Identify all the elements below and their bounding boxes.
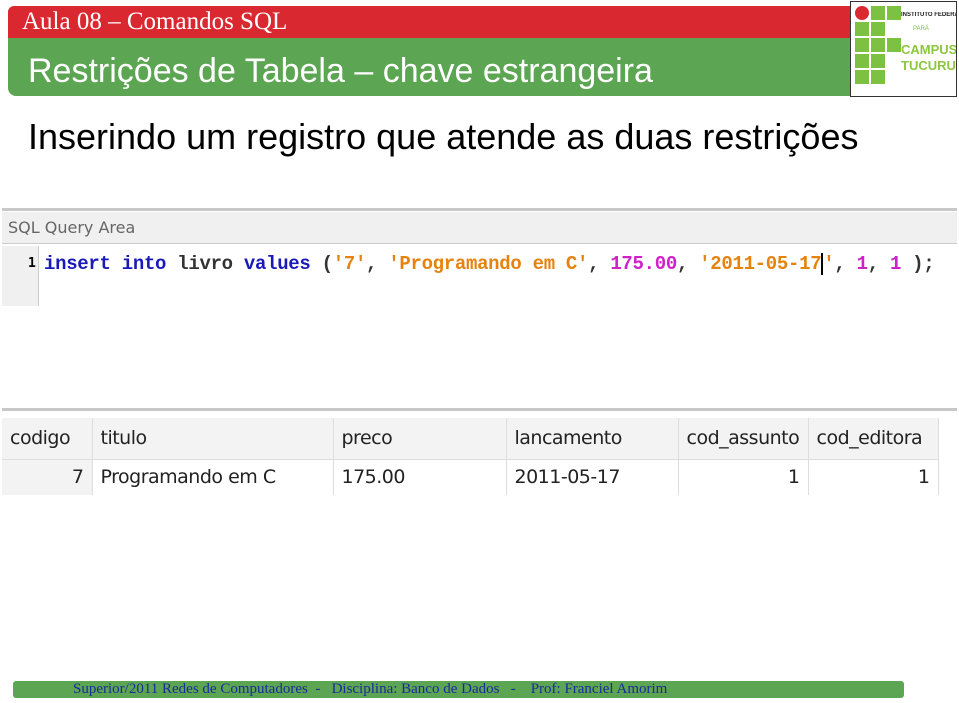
logo-text: PARÁ — [913, 26, 929, 32]
logo-text: CAMPUS TUCURUÍ — [901, 42, 957, 73]
slide-title: Restrições de Tabela – chave estrangeira — [28, 52, 653, 90]
string-literal: 'Programando em C' — [388, 253, 589, 276]
number-literal: 1 — [889, 253, 902, 276]
column-header[interactable]: cod_assunto — [678, 418, 809, 459]
column-header[interactable]: titulo — [92, 418, 334, 459]
slide-subtitle: Inserindo um registro que atende as duas… — [28, 116, 859, 157]
string-literal: ' — [823, 253, 835, 276]
cell[interactable]: 175.00 — [333, 458, 507, 495]
line-number: 1 — [28, 256, 36, 271]
string-literal: '7' — [332, 253, 367, 276]
punct: ( — [321, 253, 333, 276]
punct: ); — [912, 253, 935, 276]
number-literal: 1 — [856, 253, 868, 276]
column-header[interactable]: preco — [333, 418, 507, 459]
cell[interactable]: Programando em C — [92, 458, 334, 495]
footer-text: Superior/2011 Redes de Computadores - Di… — [73, 681, 668, 697]
cell[interactable]: 7 — [2, 458, 93, 495]
column-header[interactable]: codigo — [2, 418, 93, 459]
table-name: livro — [177, 253, 233, 276]
keyword: into — [121, 253, 167, 276]
logo-text: INSTITUTO FEDERAL — [901, 12, 956, 18]
cell[interactable]: 2011-05-17 — [506, 458, 679, 495]
number-literal: 175.00 — [610, 253, 677, 276]
keyword: values — [243, 253, 311, 276]
cell[interactable]: 1 — [808, 458, 939, 495]
cell[interactable]: 1 — [678, 458, 809, 495]
line-gutter — [2, 246, 39, 306]
column-header[interactable]: lancamento — [506, 418, 679, 459]
query-area-label: SQL Query Area — [2, 212, 957, 244]
string-literal: '2011-05-17 — [699, 253, 822, 276]
table-row[interactable]: 7 Programando em C 175.00 2011-05-17 1 1 — [2, 458, 939, 495]
course-title: Aula 08 – Comandos SQL — [22, 8, 288, 35]
keyword: insert — [44, 253, 111, 276]
divider — [2, 408, 957, 411]
divider — [2, 208, 957, 211]
campus-logo: INSTITUTO FEDERAL PARÁ CAMPUS TUCURUÍ — [850, 1, 957, 97]
result-grid: codigo titulo preco lancamento cod_assun… — [2, 418, 939, 495]
header-row: codigo titulo preco lancamento cod_assun… — [2, 418, 939, 459]
column-header[interactable]: cod_editora — [808, 418, 939, 459]
sql-editor[interactable]: insert into livro values ('7', 'Programa… — [44, 253, 935, 276]
